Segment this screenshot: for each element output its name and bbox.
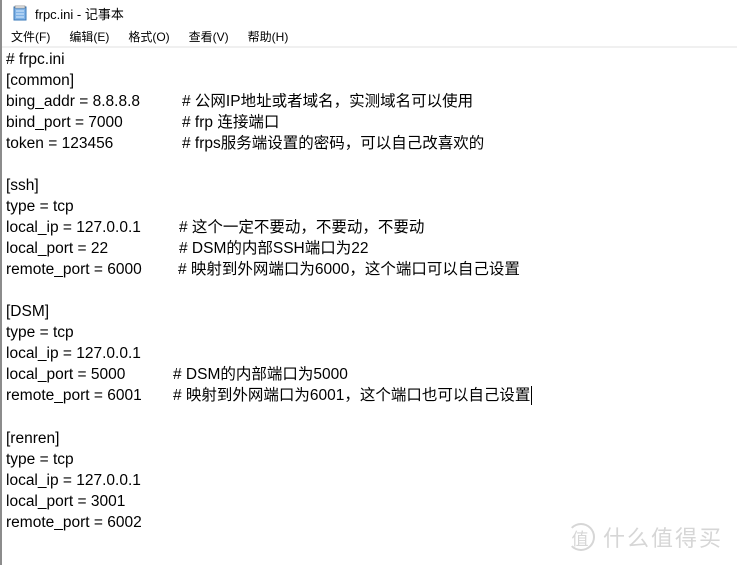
menu-view[interactable]: 查看(V) [188,28,230,45]
menu-format[interactable]: 格式(O) [127,28,170,45]
editor-line: remote_port = 6001 [6,387,142,405]
editor-line: local_port = 3001 [6,492,126,510]
editor-line: bing_addr = 8.8.8.8 [6,93,141,111]
editor-line-comment: # frps服务端设置的密码，可以自己改喜欢的 [182,135,485,153]
editor-line-comment: # frp 连接端口 [182,114,280,132]
menu-bar: 文件(F) 编辑(E) 格式(O) 查看(V) 帮助(H) [2,27,737,48]
editor-line: type = tcp [6,324,74,342]
editor-line: [DSM] [6,303,50,321]
editor-line: # frpc.ini [6,51,65,68]
editor-line-comment: # DSM的内部端口为5000 [173,366,348,384]
editor-line: type = tcp [6,198,74,216]
editor-line-comment: # 映射到外网端口为6001，这个端口也可以自己设置 [173,387,531,405]
editor-line-comment: # 这个一定不要动，不要动，不要动 [179,219,425,237]
editor-line-comment: # 公网IP地址或者域名，实测域名可以使用 [182,93,474,111]
editor-line: local_ip = 127.0.0.1 [6,345,141,363]
editor-line: token = 123456 [6,135,114,153]
editor-line: local_port = 22 [6,240,109,258]
notepad-icon [12,5,28,21]
menu-edit[interactable]: 编辑(E) [68,28,110,45]
editor-line: local_ip = 127.0.0.1 [6,219,141,237]
editor-line-comment: # 映射到外网端口为6000，这个端口可以自己设置 [178,261,520,279]
editor-line: [renren] [6,429,60,447]
editor-line: local_port = 5000 [6,366,126,384]
title-bar[interactable]: frpc.ini - 记事本 [2,0,737,26]
editor-line: remote_port = 6000 [6,261,142,279]
editor-line: type = tcp [6,450,74,468]
menu-file[interactable]: 文件(F) [10,28,51,45]
editor-line: local_ip = 127.0.0.1 [6,471,141,489]
watermark: 值 什么值得买 [566,521,723,553]
watermark-badge-icon: 值 [566,523,595,551]
notepad-window: frpc.ini - 记事本 文件(F) 编辑(E) 格式(O) 查看(V) 帮… [0,0,737,565]
editor-line: remote_port = 6002 [6,513,142,531]
editor-line: [common] [6,72,75,90]
editor-line: bind_port = 7000 [6,114,123,132]
editor-line-comment: # DSM的内部SSH端口为22 [179,240,369,258]
editor-line: [ssh] [6,177,39,195]
text-caret [531,386,532,405]
menu-help[interactable]: 帮助(H) [247,28,290,45]
watermark-text: 什么值得买 [602,526,723,551]
window-title: frpc.ini - 记事本 [35,6,124,22]
text-editor[interactable]: # frpc.ini [common] bing_addr = 8.8.8.8 # 公… [2,48,737,565]
